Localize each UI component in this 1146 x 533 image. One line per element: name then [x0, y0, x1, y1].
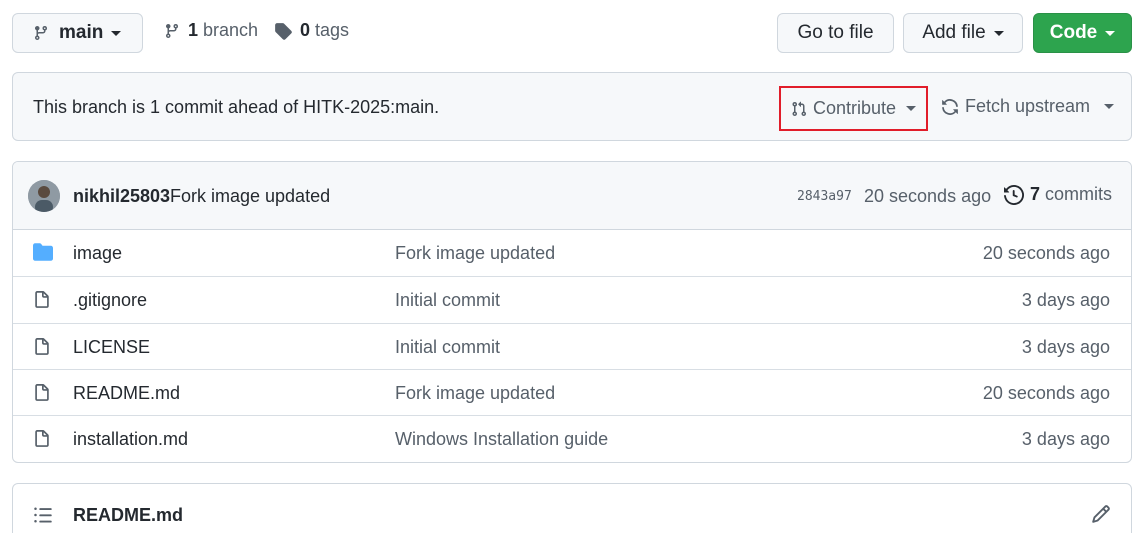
file-name-link[interactable]: image — [73, 243, 122, 264]
file-commit-message[interactable]: Fork image updated — [395, 383, 555, 404]
pencil-icon[interactable] — [1091, 504, 1111, 524]
file-icon — [33, 290, 51, 310]
fetch-upstream-button[interactable]: Fetch upstream — [941, 96, 1115, 117]
file-name-link[interactable]: LICENSE — [73, 337, 150, 358]
file-name-link[interactable]: README.md — [73, 383, 180, 404]
tag-icon — [274, 22, 292, 40]
contribute-button[interactable]: Contribute — [779, 86, 928, 131]
file-commit-message[interactable]: Windows Installation guide — [395, 429, 608, 450]
branch-name: main — [59, 22, 104, 43]
chevron-down-icon — [111, 30, 122, 36]
chevron-down-icon — [1105, 30, 1116, 36]
file-row[interactable]: README.md Fork image updated 20 seconds … — [13, 369, 1131, 415]
file-commit-time: 3 days ago — [1021, 429, 1110, 449]
commit-sha-link[interactable]: 2843a97 — [797, 189, 852, 204]
file-icon — [33, 429, 51, 449]
sync-icon — [941, 98, 959, 116]
code-label: Code — [1049, 22, 1098, 43]
avatar[interactable] — [28, 180, 60, 212]
contribute-label: Contribute — [813, 98, 897, 118]
history-icon — [1004, 184, 1024, 205]
branch-ahead-banner: This branch is 1 commit ahead of HITK-20… — [12, 72, 1132, 141]
latest-commit-bar: nikhil25803 Fork image updated 2843a97 2… — [13, 162, 1131, 230]
code-button[interactable]: Code — [1033, 13, 1132, 53]
file-row[interactable]: image Fork image updated 20 seconds ago — [13, 230, 1131, 276]
list-unordered-icon[interactable] — [33, 505, 53, 525]
add-file-label: Add file — [922, 22, 986, 43]
file-row[interactable]: LICENSE Initial commit 3 days ago — [13, 323, 1131, 369]
file-browser: nikhil25803 Fork image updated 2843a97 2… — [12, 161, 1132, 463]
branch-select-button[interactable]: main — [12, 13, 143, 53]
readme-title: README.md — [73, 505, 184, 525]
file-row[interactable]: installation.md Windows Installation gui… — [13, 415, 1131, 461]
git-branch-icon — [164, 23, 180, 39]
commit-time: 20 seconds ago — [864, 186, 992, 206]
chevron-down-icon — [993, 30, 1004, 36]
tags-count: 0 — [300, 20, 311, 40]
file-commit-time: 3 days ago — [1021, 290, 1110, 310]
chevron-down-icon — [906, 106, 917, 111]
commits-count: 7 — [1030, 184, 1041, 204]
ahead-status-text: This branch is 1 commit ahead of HITK-20… — [33, 97, 440, 117]
fetch-upstream-label: Fetch upstream — [965, 96, 1091, 116]
file-row[interactable]: .gitignore Initial commit 3 days ago — [13, 276, 1131, 322]
file-commit-message[interactable]: Fork image updated — [395, 243, 555, 264]
go-to-file-button[interactable]: Go to file — [777, 13, 894, 53]
folder-icon — [33, 243, 53, 261]
branches-text: branch — [203, 20, 259, 40]
commits-history-link[interactable]: 7 commits — [1004, 184, 1112, 205]
file-commit-time: 20 seconds ago — [982, 243, 1110, 263]
commit-message-link[interactable]: Fork image updated — [170, 186, 330, 207]
file-name-link[interactable]: .gitignore — [73, 290, 147, 311]
git-branch-icon — [33, 25, 49, 41]
file-commit-message[interactable]: Initial commit — [395, 290, 500, 311]
commit-author-link[interactable]: nikhil25803 — [73, 186, 170, 207]
commits-text: commits — [1045, 184, 1113, 204]
branches-count: 1 — [188, 20, 199, 40]
file-commit-time: 3 days ago — [1021, 337, 1110, 357]
file-commit-time: 20 seconds ago — [982, 383, 1110, 403]
file-commit-message[interactable]: Initial commit — [395, 337, 500, 358]
branches-link[interactable]: 1 branch — [164, 20, 258, 41]
chevron-down-icon — [1104, 104, 1115, 109]
tags-link[interactable]: 0 tags — [274, 20, 349, 41]
readme-panel: README.md — [12, 483, 1132, 533]
pull-request-icon — [791, 101, 807, 117]
add-file-button[interactable]: Add file — [903, 13, 1023, 53]
tags-text: tags — [315, 20, 350, 40]
file-icon — [33, 383, 51, 403]
file-icon — [33, 337, 51, 357]
file-name-link[interactable]: installation.md — [73, 429, 188, 450]
